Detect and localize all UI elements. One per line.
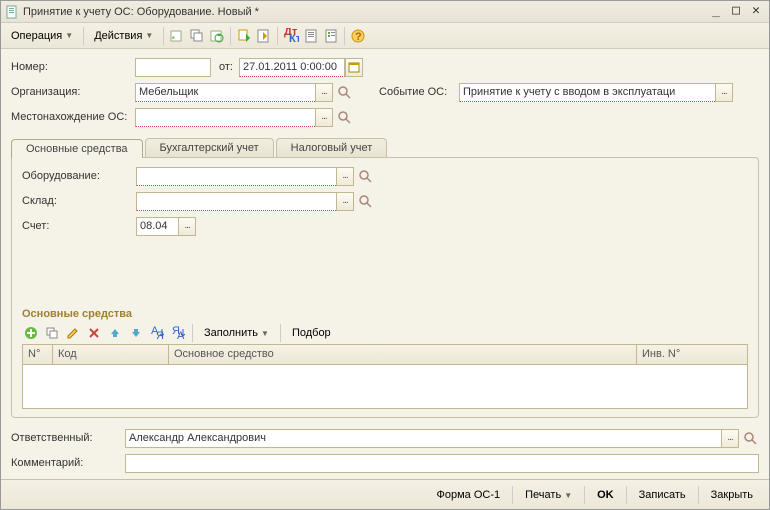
tab-tax[interactable]: Налоговый учет	[276, 138, 388, 157]
delete-row-icon[interactable]	[85, 324, 103, 342]
resp-input[interactable]	[125, 429, 721, 448]
print-label: Печать	[525, 489, 561, 501]
equip-label: Оборудование:	[22, 170, 136, 182]
table-header: N° Код Основное средство Инв. N°	[23, 345, 747, 365]
equip-select-button[interactable]: ...	[336, 167, 354, 186]
store-select-button[interactable]: ...	[336, 192, 354, 211]
copy-row-icon[interactable]	[43, 324, 61, 342]
dtkt-icon[interactable]: ДтКт	[282, 27, 300, 45]
print-menu[interactable]: Печать▼	[517, 486, 580, 504]
resp-label: Ответственный:	[11, 432, 125, 444]
edit-row-icon[interactable]	[64, 324, 82, 342]
resp-select-button[interactable]: ...	[721, 429, 739, 448]
account-select-button[interactable]: ...	[178, 217, 196, 236]
equip-input[interactable]	[136, 167, 336, 186]
minimize-button[interactable]: _	[707, 4, 725, 20]
operation-label: Операция	[11, 30, 62, 42]
section-os-title: Основные средства	[22, 308, 748, 320]
document-icon	[5, 5, 19, 19]
event-input[interactable]	[459, 83, 715, 102]
actions-menu[interactable]: Действия▼	[88, 28, 159, 44]
location-label: Местонахождение ОС:	[11, 111, 135, 123]
grid-toolbar: АЯ ЯА Заполнить▼ Подбор	[22, 324, 748, 342]
titlebar: Принятие к учету ОС: Оборудование. Новый…	[1, 1, 769, 23]
col-os[interactable]: Основное средство	[169, 345, 637, 364]
number-label: Номер:	[11, 61, 135, 73]
footer-form: Ответственный: ... Комментарий:	[11, 424, 759, 479]
form-body: Номер: от: Организация: ... Событие ОС: …	[1, 49, 769, 479]
close-form-button[interactable]: Закрыть	[703, 486, 761, 504]
resp-lookup-button[interactable]	[741, 429, 759, 448]
date-input[interactable]	[239, 58, 345, 77]
fill-label: Заполнить	[204, 327, 258, 339]
structure-icon[interactable]	[322, 27, 340, 45]
report-icon[interactable]	[302, 27, 320, 45]
equip-lookup-button[interactable]	[356, 167, 374, 186]
copy-icon[interactable]	[188, 27, 206, 45]
org-select-button[interactable]: ...	[315, 83, 333, 102]
sort-asc-icon[interactable]: АЯ	[148, 324, 166, 342]
select-button[interactable]: Подбор	[286, 325, 337, 341]
tab-accounting[interactable]: Бухгалтерский учет	[145, 138, 274, 157]
calendar-button[interactable]	[345, 58, 363, 77]
refresh-icon[interactable]	[208, 27, 226, 45]
col-inv[interactable]: Инв. N°	[637, 345, 747, 364]
actions-label: Действия	[94, 30, 142, 42]
main-toolbar: Операция▼ Действия▼ ДтКт ?	[1, 23, 769, 49]
account-input[interactable]	[136, 217, 178, 236]
event-select-button[interactable]: ...	[715, 83, 733, 102]
ok-button[interactable]: OK	[589, 486, 622, 504]
help-icon[interactable]: ?	[349, 27, 367, 45]
col-n[interactable]: N°	[23, 345, 53, 364]
account-label: Счет:	[22, 220, 136, 232]
sort-desc-icon[interactable]: ЯА	[169, 324, 187, 342]
store-lookup-button[interactable]	[356, 192, 374, 211]
move-up-icon[interactable]	[106, 324, 124, 342]
export-icon[interactable]	[235, 27, 253, 45]
svg-text:?: ?	[355, 31, 362, 43]
col-code[interactable]: Код	[53, 345, 169, 364]
post-icon[interactable]	[168, 27, 186, 45]
bottom-toolbar: Форма ОС-1 Печать▼ OK Записать Закрыть	[1, 479, 769, 509]
org-label: Организация:	[11, 86, 135, 98]
maximize-button[interactable]: □	[727, 4, 745, 20]
store-label: Склад:	[22, 195, 136, 207]
number-input[interactable]	[135, 58, 211, 77]
operation-menu[interactable]: Операция▼	[5, 28, 79, 44]
svg-text:Кт: Кт	[289, 33, 299, 44]
org-input[interactable]	[135, 83, 315, 102]
close-button[interactable]: ✕	[747, 4, 765, 20]
fill-menu[interactable]: Заполнить▼	[198, 325, 275, 341]
tab-main[interactable]: Основные средства	[11, 139, 143, 158]
comment-input[interactable]	[125, 454, 759, 473]
save-button[interactable]: Записать	[631, 486, 694, 504]
location-input[interactable]	[135, 108, 315, 127]
from-label: от:	[219, 61, 233, 73]
location-select-button[interactable]: ...	[315, 108, 333, 127]
select-label: Подбор	[292, 327, 331, 339]
org-lookup-button[interactable]	[335, 83, 353, 102]
event-label: Событие ОС:	[379, 86, 459, 98]
window: Принятие к учету ОС: Оборудование. Новый…	[0, 0, 770, 510]
window-title: Принятие к учету ОС: Оборудование. Новый…	[23, 6, 705, 18]
store-input[interactable]	[136, 192, 336, 211]
os-table[interactable]: N° Код Основное средство Инв. N°	[22, 344, 748, 409]
form-os1-button[interactable]: Форма ОС-1	[429, 486, 509, 504]
tabs: Основные средства Бухгалтерский учет Нал…	[11, 138, 759, 157]
tab-pane-main: Оборудование: ... Склад: ... Счет:	[11, 157, 759, 418]
comment-label: Комментарий:	[11, 457, 125, 469]
move-down-icon[interactable]	[127, 324, 145, 342]
basis-icon[interactable]	[255, 27, 273, 45]
location-lookup-button[interactable]	[335, 108, 353, 127]
add-row-icon[interactable]	[22, 324, 40, 342]
